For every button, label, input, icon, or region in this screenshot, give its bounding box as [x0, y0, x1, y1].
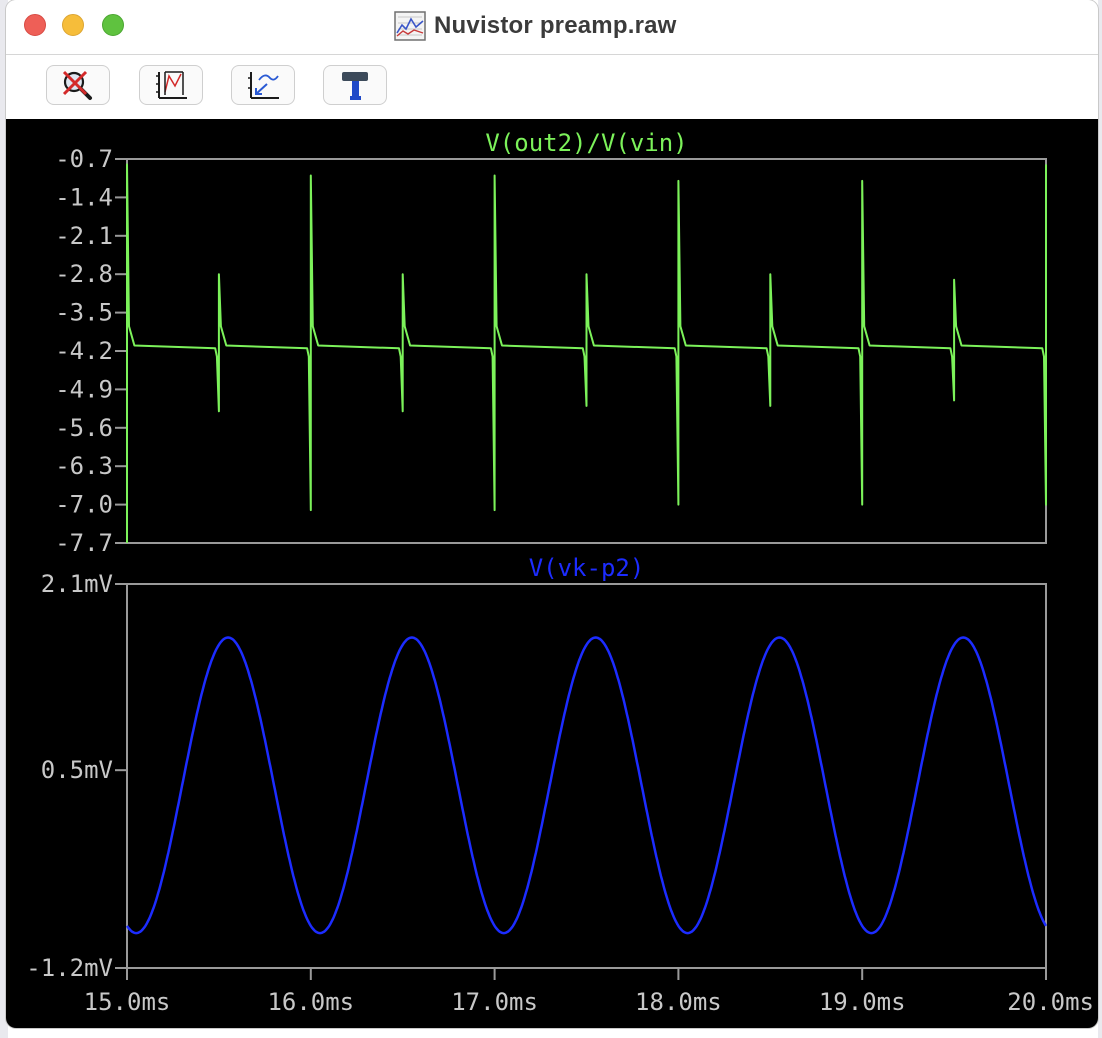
- pane-title: V(vk-p2): [529, 554, 645, 582]
- plot-pane-2: V(vk-p2) 2.1mV 0.5mV -1.2mV: [26, 554, 1048, 982]
- y-tick-label: 0.5mV: [41, 756, 113, 784]
- y-tick-label: -6.3: [55, 452, 113, 480]
- y-tick-label: -4.9: [55, 375, 113, 403]
- title-bar[interactable]: Nuvistor preamp.raw: [6, 0, 1098, 55]
- x-tick-label: 18.0ms: [635, 988, 722, 1016]
- hammer-tool-button[interactable]: [323, 65, 387, 105]
- x-tick-label: 15.0ms: [84, 988, 171, 1016]
- y-tick-label: -2.1: [55, 222, 113, 250]
- waveform-document-icon: [394, 11, 426, 41]
- pane-title: V(out2)/V(vin): [485, 129, 687, 157]
- zoom-back-button[interactable]: [231, 65, 295, 105]
- waveform-plot-canvas[interactable]: V(out2)/V(vin) -0.7 -1.4 -2.1 -2.8 -3.5 -4.2 -4…: [6, 119, 1098, 1028]
- window-title-text: Nuvistor preamp.raw: [434, 12, 677, 39]
- zoom-cancel-button[interactable]: [46, 65, 110, 105]
- desktop-background-right: [1098, 0, 1102, 1038]
- y-tick-label: -7.7: [55, 529, 113, 557]
- x-tick-label: 16.0ms: [267, 988, 354, 1016]
- x-tick-label: 20.0ms: [1007, 988, 1094, 1016]
- series-trace: [126, 163, 1047, 543]
- y-tick-label: -4.2: [55, 337, 113, 365]
- y-tick-label: 2.1mV: [41, 570, 113, 598]
- plot-frame: [126, 583, 1047, 969]
- y-tick-label: -1.2mV: [26, 954, 113, 982]
- minimize-window-button[interactable]: [62, 14, 84, 36]
- y-tick-label: -2.8: [55, 260, 113, 288]
- hammer-tool-icon: [342, 72, 368, 100]
- autorange-icon: [156, 71, 187, 99]
- y-tick-label: -5.6: [55, 414, 113, 442]
- y-tick-label: -1.4: [55, 183, 113, 211]
- plot-pane-1: V(out2)/V(vin) -0.7 -1.4 -2.1 -2.8 -3.5 -4.2 -4…: [55, 129, 1047, 557]
- toolbar: [6, 55, 1098, 119]
- y-tick-label: -0.7: [55, 145, 113, 173]
- maximize-window-button[interactable]: [102, 14, 124, 36]
- zoom-back-icon: [248, 72, 279, 99]
- plot-area[interactable]: V(out2)/V(vin) -0.7 -1.4 -2.1 -2.8 -3.5 -4.2 -4…: [6, 119, 1098, 1028]
- y-tick-label: -7.0: [55, 491, 113, 519]
- x-tick-label: 17.0ms: [451, 988, 538, 1016]
- waveform-viewer-window: Nuvistor preamp.raw V(out2)/V(vin) -0.7 …: [6, 0, 1098, 1028]
- window-title: Nuvistor preamp.raw: [394, 10, 677, 42]
- autorange-button[interactable]: [139, 65, 203, 105]
- series-trace: [125, 636, 1048, 935]
- x-tick-label: 19.0ms: [819, 988, 906, 1016]
- close-window-button[interactable]: [24, 14, 46, 36]
- y-tick-label: -3.5: [55, 299, 113, 327]
- zoom-cancel-icon: [62, 70, 92, 100]
